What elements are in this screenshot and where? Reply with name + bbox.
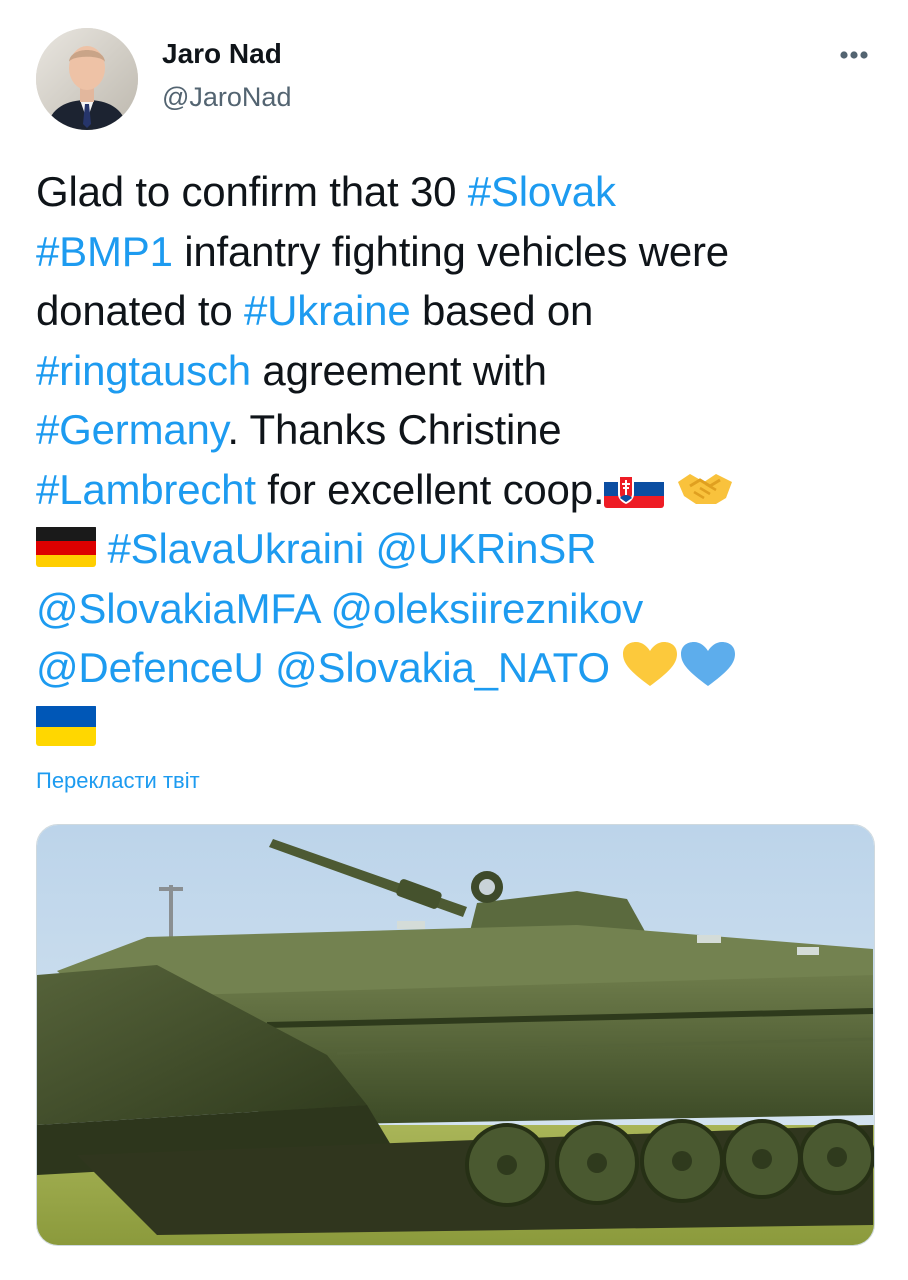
tweet-line: @SlovakiaMFA @oleksiireznikov bbox=[36, 579, 886, 639]
ellipsis-icon bbox=[840, 51, 868, 59]
tweet-line: @DefenceU @Slovakia_NATO bbox=[36, 638, 886, 698]
yellow-heart-icon bbox=[621, 640, 679, 690]
hashtag-link[interactable]: #Lambrecht bbox=[36, 466, 256, 513]
ukraine-flag-icon bbox=[36, 704, 96, 746]
tweet-media-photo[interactable] bbox=[36, 824, 875, 1246]
tweet-text-segment: . Thanks Christine bbox=[227, 406, 562, 453]
hashtag-link[interactable]: #Germany bbox=[36, 406, 228, 453]
hashtag-link[interactable]: #Slovak bbox=[468, 168, 616, 215]
tweet-line: #SlavaUkraini @UKRinSR bbox=[36, 519, 886, 579]
hashtag-link[interactable]: #Ukraine bbox=[244, 287, 411, 334]
user-handle[interactable]: @JaroNad bbox=[162, 82, 291, 113]
avatar[interactable] bbox=[36, 28, 138, 130]
mention-link[interactable]: @oleksiireznikov bbox=[331, 585, 644, 632]
tweet-text-segment: donated to bbox=[36, 287, 244, 334]
armored-vehicle-photo-icon bbox=[37, 825, 874, 1245]
more-options-button[interactable] bbox=[828, 38, 880, 72]
mention-link[interactable]: @SlovakiaMFA bbox=[36, 585, 319, 632]
tweet-line: #BMP1 infantry fighting vehicles were bbox=[36, 222, 886, 282]
tweet-line bbox=[36, 698, 886, 758]
mention-link[interactable]: @Slovakia_NATO bbox=[275, 644, 610, 691]
tweet-text-segment: for excellent coop. bbox=[255, 465, 605, 513]
display-name[interactable]: Jaro Nad bbox=[162, 38, 282, 70]
tweet-text-segment: based on bbox=[410, 287, 594, 334]
hashtag-link[interactable]: #BMP1 bbox=[36, 228, 173, 275]
hashtag-link[interactable]: #ringtausch bbox=[36, 347, 251, 394]
mention-link[interactable]: @UKRinSR bbox=[376, 525, 597, 572]
tweet-text-segment: agreement with bbox=[250, 346, 547, 394]
tweet-text: Glad to confirm that 30 #Slovak #BMP1 in… bbox=[36, 162, 886, 757]
translate-tweet-link[interactable]: Перекласти твіт bbox=[36, 768, 200, 794]
mention-link[interactable]: @DefenceU bbox=[36, 644, 264, 691]
hashtag-link[interactable]: #SlavaUkraini bbox=[107, 525, 364, 572]
tweet-line: Glad to confirm that 30 #Slovak bbox=[36, 162, 886, 222]
tweet-text-segment: Glad to confirm that 30 bbox=[36, 168, 468, 215]
tweet-line: #Germany. Thanks Christine bbox=[36, 400, 886, 460]
tweet-line: donated to #Ukraine based on bbox=[36, 281, 886, 341]
person-avatar-icon bbox=[36, 28, 138, 130]
tweet-text-segment: infantry fighting vehicles were bbox=[172, 227, 729, 275]
tweet-card: Jaro Nad @JaroNad Glad to confirm that 3… bbox=[0, 0, 908, 1280]
blue-heart-icon bbox=[679, 640, 737, 690]
tweet-line: #ringtausch agreement with bbox=[36, 341, 886, 401]
germany-flag-icon bbox=[36, 525, 96, 567]
handshake-icon bbox=[676, 462, 734, 512]
tweet-line: #Lambrecht for excellent coop. bbox=[36, 460, 886, 520]
slovakia-flag-icon bbox=[604, 466, 665, 508]
